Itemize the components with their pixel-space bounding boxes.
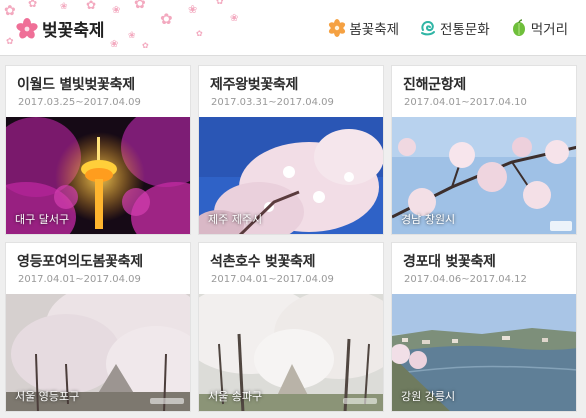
festival-location: 서울 영등포구 [15, 390, 80, 403]
brand[interactable]: 벚꽃축제 [16, 16, 105, 41]
festival-date: 2017.04.01~2017.04.10 [404, 97, 527, 108]
petal-decoration: ✿ [216, 0, 224, 7]
festival-location: 경남 창원시 [401, 213, 456, 226]
watermark [343, 398, 377, 404]
festival-card[interactable]: 영등포여의도봄꽃축제 2017.04.01~2017.04.09 서울 영등포구 [5, 242, 191, 412]
header: ✿ ✿ ❀ ✿ ❀ ✿ ✿ ❀ ✿ ❀ ✿ ❀ ✿ ❀ ✿ 벚꽃축제 봄꽃축제 … [0, 0, 586, 56]
festival-photo: 제주 제주시 [199, 117, 383, 234]
nav-item-spring-flower-festival[interactable]: 봄꽃축제 [328, 18, 399, 38]
festival-location: 서울 송파구 [208, 390, 263, 403]
nav-item-traditional-culture[interactable]: 전통문화 [419, 18, 490, 38]
petal-decoration: ❀ [128, 31, 136, 41]
swirl-icon [421, 20, 436, 36]
festival-date: 2017.03.25~2017.04.09 [18, 97, 141, 108]
cherry-blossom-logo-icon [16, 17, 38, 38]
watermark [150, 398, 184, 404]
festival-date: 2017.04.06~2017.04.12 [404, 274, 527, 285]
petal-decoration: ✿ [142, 41, 149, 50]
festival-name: 진해군항제 [403, 77, 466, 93]
petal-decoration: ❀ [112, 5, 121, 16]
petal-decoration: ❀ [60, 2, 68, 12]
nav-item-label: 전통문화 [440, 22, 490, 38]
petal-decoration: ❀ [230, 13, 239, 24]
festival-name: 석촌호수 벚꽃축제 [210, 254, 316, 270]
festival-location: 대구 달서구 [15, 213, 70, 226]
petal-decoration: ✿ [196, 29, 203, 38]
festival-name: 이월드 별빛벚꽃축제 [17, 77, 135, 93]
festival-photo: 서울 영등포구 [6, 294, 190, 411]
petal-decoration: ✿ [6, 37, 14, 47]
green-leaf-icon [512, 19, 525, 36]
petal-decoration: ✿ [28, 0, 38, 10]
festival-photo: 경남 창원시 [392, 117, 576, 234]
festival-card[interactable]: 이월드 별빛벚꽃축제 2017.03.25~2017.04.09 대구 달서구 [5, 65, 191, 235]
page-title: 벚꽃축제 [42, 21, 105, 41]
festival-photo: 대구 달서구 [6, 117, 190, 234]
petal-decoration: ❀ [188, 3, 198, 16]
festival-photo: 강원 강릉시 [392, 294, 576, 411]
nav-item-label: 봄꽃축제 [349, 22, 400, 38]
festival-date: 2017.04.01~2017.04.09 [18, 274, 141, 285]
festival-card[interactable]: 석촌호수 벚꽃축제 2017.04.01~2017.04.09 서울 송파구 [198, 242, 384, 412]
festival-location: 제주 제주시 [208, 213, 263, 226]
top-nav: 봄꽃축제 전통문화 먹거리 [308, 18, 568, 38]
petal-decoration: ✿ [134, 0, 146, 12]
festival-name: 제주왕벚꽃축제 [210, 77, 299, 93]
orange-flower-icon [329, 19, 346, 37]
festival-card[interactable]: 진해군항제 2017.04.01~2017.04.10 경남 창원시 [391, 65, 577, 235]
festival-name: 영등포여의도봄꽃축제 [17, 254, 143, 270]
nav-item-food[interactable]: 먹거리 [510, 18, 568, 38]
festival-name: 경포대 벚꽃축제 [403, 254, 496, 270]
petal-decoration: ✿ [160, 10, 173, 28]
petal-decoration: ✿ [86, 0, 97, 12]
festival-date: 2017.03.31~2017.04.09 [211, 97, 334, 108]
festival-card[interactable]: 제주왕벚꽃축제 2017.03.31~2017.04.09 제주 제주시 [198, 65, 384, 235]
festival-date: 2017.04.01~2017.04.09 [211, 274, 334, 285]
petal-decoration: ❀ [110, 39, 119, 50]
nav-item-label: 먹거리 [530, 22, 568, 38]
petal-decoration: ✿ [4, 3, 16, 19]
festival-photo: 서울 송파구 [199, 294, 383, 411]
festival-card[interactable]: 경포대 벚꽃축제 2017.04.06~2017.04.12 강원 강릉시 [391, 242, 577, 412]
festival-location: 강원 강릉시 [401, 390, 456, 403]
